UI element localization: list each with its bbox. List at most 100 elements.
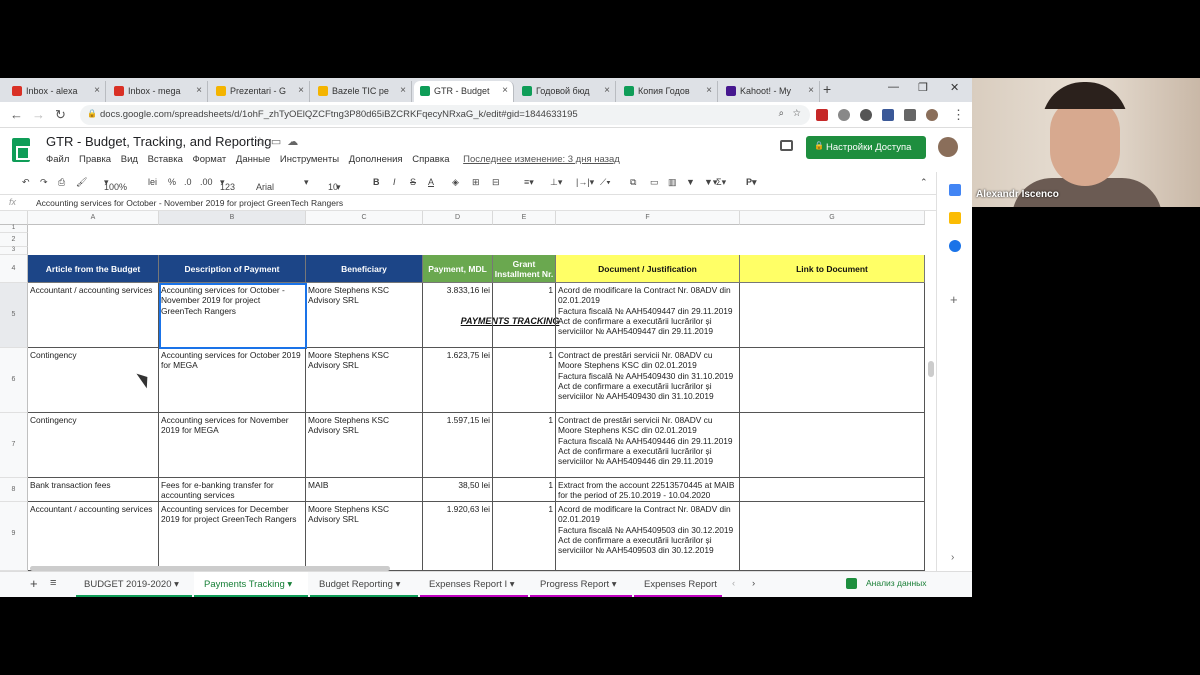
header-beneficiary[interactable]: Beneficiary <box>306 255 423 283</box>
table-cell[interactable]: 1.920,63 lei <box>423 502 493 571</box>
extension-icon[interactable] <box>838 109 850 121</box>
text-color-icon[interactable]: A <box>428 177 434 187</box>
close-icon[interactable]: × <box>94 85 100 96</box>
close-icon[interactable]: × <box>196 85 202 96</box>
bold-icon[interactable]: B <box>373 177 380 187</box>
table-cell[interactable]: Fees for e-banking transfer for accounti… <box>159 478 306 502</box>
input-tools-icon[interactable]: P▾ <box>746 177 757 188</box>
currency-format-button[interactable]: lei <box>148 177 157 187</box>
browser-tab[interactable]: Inbox - alexa × <box>6 81 106 102</box>
close-icon[interactable]: × <box>706 85 712 96</box>
table-cell[interactable]: Bank transaction fees <box>28 478 159 502</box>
decrease-decimal-button[interactable]: .0 <box>184 177 192 187</box>
table-cell[interactable]: Extract from the account 22513570445 at … <box>556 478 740 502</box>
star-icon[interactable]: ☆ <box>255 136 271 148</box>
header-article[interactable]: Article from the Budget <box>28 255 159 283</box>
insert-comment-icon[interactable]: ▭ <box>650 177 659 188</box>
star-icon[interactable]: ☆ <box>792 108 801 119</box>
browser-tab-active[interactable]: GTR - Budget × <box>414 81 514 102</box>
formula-bar[interactable]: fx Accounting services for October - Nov… <box>0 194 936 211</box>
text-rotation-icon[interactable]: ⟋▾ <box>600 177 611 188</box>
avatar[interactable] <box>938 137 958 157</box>
reload-icon[interactable]: ↻ <box>55 107 66 123</box>
menu-addons[interactable]: Дополнения <box>349 154 403 165</box>
sheet-tab[interactable]: BUDGET 2019-2020 ▾ <box>76 572 192 597</box>
row-header[interactable]: 7 <box>0 413 28 478</box>
merge-cells-icon[interactable]: ⊟ <box>492 177 500 188</box>
menu-help[interactable]: Справка <box>412 154 449 165</box>
header-installment[interactable]: Grant Installment Nr. <box>493 255 556 283</box>
menu-insert[interactable]: Вставка <box>148 154 183 165</box>
sheet-tab[interactable]: Progress Report ▾ <box>530 572 632 597</box>
table-cell[interactable]: Moore Stephens KSC Advisory SRL <box>306 413 423 478</box>
last-edit-link[interactable]: Последнее изменение: 3 дня назад <box>463 154 620 165</box>
close-icon[interactable]: × <box>604 85 610 96</box>
url-field[interactable]: 🔒 docs.google.com/spreadsheets/d/1ohF_zh… <box>80 105 810 125</box>
table-cell[interactable]: Accounting services for December 2019 fo… <box>159 502 306 571</box>
column-header-a[interactable]: A <box>28 211 159 225</box>
table-cell[interactable]: 38,50 lei <box>423 478 493 502</box>
print-icon[interactable]: ⎙ <box>58 177 65 188</box>
table-cell[interactable]: Acord de modificare la Contract Nr. 08AD… <box>556 283 740 348</box>
table-cell[interactable]: Accounting services for October 2019 for… <box>159 348 306 413</box>
borders-icon[interactable]: ⊞ <box>472 177 480 188</box>
zoom-icon[interactable]: ⌕ <box>779 108 784 119</box>
column-header-d[interactable]: D <box>423 211 493 225</box>
comment-icon[interactable] <box>780 140 793 151</box>
close-icon[interactable]: × <box>298 85 304 96</box>
table-cell[interactable]: Contract de prestări servicii Nr. 08ADV … <box>556 348 740 413</box>
column-header-b[interactable]: B <box>159 211 306 225</box>
menu-edit[interactable]: Правка <box>79 154 111 165</box>
more-formats-select[interactable]: 123 ▾ <box>220 177 235 192</box>
collapse-icon[interactable]: ⌃ <box>920 177 928 188</box>
profile-icon[interactable] <box>926 109 938 121</box>
table-cell[interactable]: 3.833,16 lei <box>423 283 493 348</box>
menu-file[interactable]: Файл <box>46 154 69 165</box>
menu-data[interactable]: Данные <box>236 154 270 165</box>
table-cell[interactable]: MAIB <box>306 478 423 502</box>
puzzle-icon[interactable] <box>904 109 916 121</box>
column-header-c[interactable]: C <box>306 211 423 225</box>
row-header[interactable]: 5 <box>0 283 28 348</box>
percent-format-button[interactable]: % <box>168 177 176 187</box>
table-cell[interactable]: Moore Stephens KSC Advisory SRL <box>306 348 423 413</box>
table-cell[interactable]: Moore Stephens KSC Advisory SRL <box>306 502 423 571</box>
select-all-corner[interactable] <box>0 211 28 225</box>
more-icon[interactable]: ⋮ <box>952 107 965 123</box>
menu-view[interactable]: Вид <box>121 154 138 165</box>
zoom-select[interactable]: 100% ▾ <box>104 177 127 192</box>
column-header-e[interactable]: E <box>493 211 556 225</box>
forward-icon[interactable]: → <box>32 107 45 122</box>
tasks-icon[interactable] <box>949 240 961 252</box>
table-cell[interactable]: Accountant / accounting services <box>28 283 159 348</box>
extension-icon[interactable] <box>882 109 894 121</box>
table-cell[interactable]: 1.597,15 lei <box>423 413 493 478</box>
close-window-button[interactable]: ✕ <box>950 81 959 94</box>
insert-link-icon[interactable]: ⧉ <box>630 177 636 188</box>
document-title[interactable]: GTR - Budget, Tracking, and Reporting <box>46 134 271 149</box>
column-header-f[interactable]: F <box>556 211 740 225</box>
browser-tab[interactable]: Копия Годов × <box>618 81 718 102</box>
table-cell[interactable]: Contract de prestări servicii Nr. 08ADV … <box>556 413 740 478</box>
close-icon[interactable]: × <box>502 85 508 96</box>
row-header[interactable]: 6 <box>0 348 28 413</box>
text-wrap-icon[interactable]: |→|▾ <box>576 177 594 188</box>
undo-icon[interactable]: ↶ <box>22 177 30 188</box>
browser-tab[interactable]: Bazele TIC pe × <box>312 81 412 102</box>
table-cell[interactable] <box>740 283 925 348</box>
browser-tab[interactable]: Inbox - mega × <box>108 81 208 102</box>
share-button[interactable]: 🔒 Настройки Доступа <box>806 136 926 159</box>
table-cell[interactable]: 1 <box>493 348 556 413</box>
table-cell[interactable]: Acord de modificare la Contract Nr. 08AD… <box>556 502 740 571</box>
menu-format[interactable]: Формат <box>193 154 227 165</box>
table-cell[interactable] <box>740 348 925 413</box>
increase-decimal-button[interactable]: .00 <box>200 177 213 187</box>
row-header[interactable]: 2 <box>0 233 28 247</box>
fill-color-icon[interactable]: ◈ <box>452 177 459 188</box>
add-addon-icon[interactable]: + <box>950 292 958 307</box>
table-cell[interactable]: 1 <box>493 413 556 478</box>
add-sheet-icon[interactable]: + <box>30 576 38 591</box>
sheet-tab[interactable]: Expenses Report I ▾ <box>420 572 528 597</box>
all-sheets-icon[interactable]: ≡ <box>50 577 56 589</box>
table-cell[interactable] <box>740 478 925 502</box>
